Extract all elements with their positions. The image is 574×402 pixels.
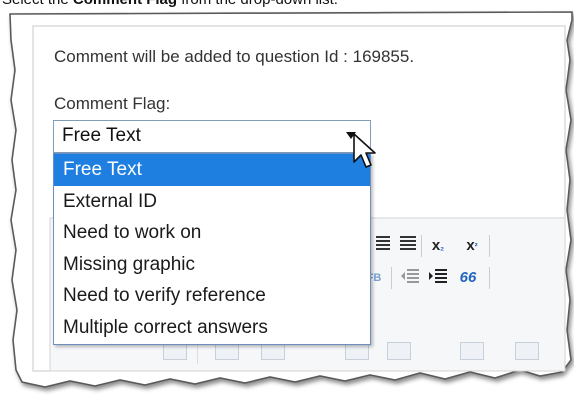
delete-column-icon[interactable] [387, 342, 411, 360]
toolbar-separator [421, 235, 422, 257]
option-free-text[interactable]: Free Text [54, 154, 370, 186]
option-need-to-work-on[interactable]: Need to work on [54, 217, 370, 249]
option-multiple-correct-answers[interactable]: Multiple correct answers [54, 312, 370, 344]
blockquote-button[interactable]: 66 [457, 268, 479, 288]
toolbar-separator [489, 267, 490, 289]
editor-toolbar: x₂ x² FB 66 [367, 230, 571, 350]
mouse-pointer-icon [353, 133, 376, 168]
comment-flag-label: Comment Flag: [54, 94, 171, 113]
split-cells-icon[interactable] [515, 342, 539, 360]
merge-cells-icon[interactable] [460, 342, 484, 360]
subscript-button[interactable]: x₂ [427, 236, 449, 256]
option-need-to-verify-reference[interactable]: Need to verify reference [54, 280, 370, 312]
comment-flag-select[interactable]: Free Text [53, 120, 371, 153]
toolbar-separator [391, 267, 392, 289]
comment-dialog: Comment will be added to question Id : 1… [0, 0, 574, 402]
indent-icon[interactable] [427, 268, 449, 288]
option-external-id[interactable]: External ID [54, 186, 370, 218]
align-justify-icon-2[interactable] [397, 236, 419, 256]
option-missing-graphic[interactable]: Missing graphic [54, 249, 370, 281]
align-justify-icon[interactable] [373, 236, 395, 256]
comment-flag-options: Free Text External ID Need to work on Mi… [53, 153, 371, 345]
toolbar-separator [489, 235, 490, 257]
superscript-button[interactable]: x² [461, 236, 483, 256]
select-current-value: Free Text [62, 125, 141, 146]
info-text: Comment will be added to question Id : 1… [54, 47, 415, 66]
toolbar-separator [197, 342, 198, 364]
outdent-icon[interactable] [399, 268, 421, 288]
